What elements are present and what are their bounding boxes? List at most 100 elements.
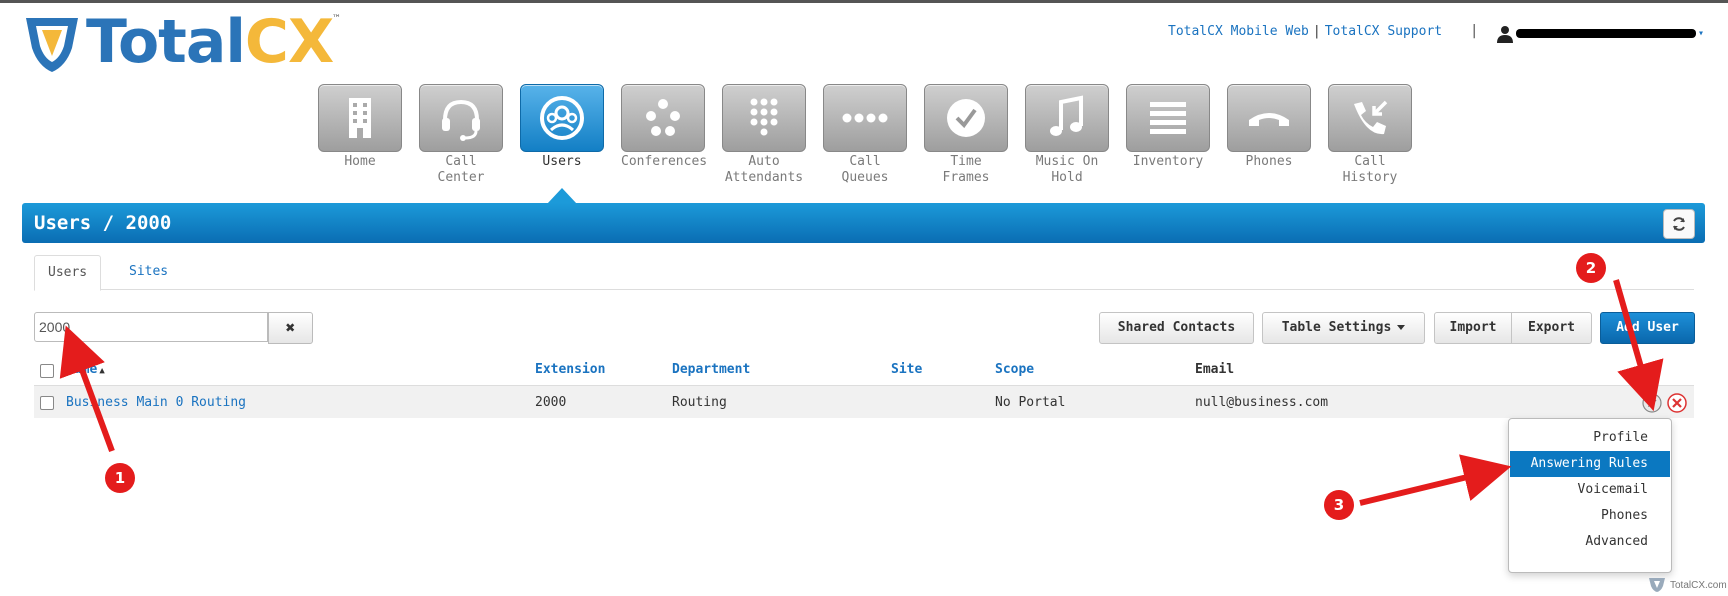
nav-auto-attendants-label: Auto Attendants (724, 154, 804, 185)
arrow-3 (1359, 454, 1512, 506)
user-name-link[interactable]: Business Main 0 Routing (66, 395, 246, 410)
music-icon (1050, 95, 1083, 136)
totalcx-logo[interactable]: TotalCX ™ (22, 7, 352, 77)
refresh-button[interactable] (1663, 209, 1695, 239)
user-actions-dropdown: Profile Answering Rules Voicemail Phones… (1508, 418, 1672, 573)
cell-department: Routing (672, 395, 727, 410)
keypad-icon (750, 98, 778, 136)
nav-call-history[interactable]: Call History (1328, 84, 1412, 186)
nav-auto-attendants[interactable]: Auto Attendants (722, 84, 806, 186)
select-all-checkbox[interactable] (40, 364, 54, 378)
column-header-scope[interactable]: Scope (995, 362, 1034, 377)
nav-call-queues-label: Call Queues (841, 154, 889, 185)
menu-item-answering-rules[interactable]: Answering Rules (1510, 451, 1670, 477)
sort-ascending-icon: ▲ (99, 366, 105, 376)
nav-time-frames-button[interactable] (924, 84, 1008, 152)
close-icon: ✖ (285, 318, 296, 337)
column-header-extension[interactable]: Extension (535, 362, 605, 377)
edit-icon[interactable] (1642, 393, 1662, 413)
table-settings-label: Table Settings (1281, 320, 1392, 335)
add-user-button[interactable]: Add User (1600, 312, 1695, 344)
export-button[interactable]: Export (1511, 312, 1592, 344)
logo-shield-icon (26, 18, 78, 72)
menu-item-voicemail[interactable]: Voicemail (1510, 477, 1670, 503)
user-menu-caret-icon[interactable]: ▾ (1698, 28, 1704, 39)
menu-item-phones[interactable]: Phones (1510, 503, 1670, 529)
menu-item-advanced[interactable]: Advanced (1510, 529, 1670, 555)
column-header-name[interactable]: Name ▲ (66, 362, 105, 377)
top-border (0, 0, 1728, 3)
nav-music-on-hold-button[interactable] (1025, 84, 1109, 152)
annotation-marker-2: 2 (1576, 253, 1606, 283)
footer-brand-text: TotalCX.com (1670, 580, 1727, 591)
clear-search-button[interactable]: ✖ (268, 312, 313, 344)
nav-conferences-button[interactable] (621, 84, 705, 152)
cell-extension: 2000 (535, 395, 567, 410)
cell-email: null@business.com (1195, 395, 1329, 410)
cell-scope: No Portal (995, 395, 1066, 410)
user-icon[interactable] (1496, 25, 1514, 43)
footer-logo-icon (1649, 578, 1665, 592)
tab-sites[interactable]: Sites (116, 255, 181, 289)
nav-music-on-hold-label: Music On Hold (1035, 154, 1099, 185)
nav-call-history-button[interactable] (1328, 84, 1412, 152)
nav-conferences[interactable]: Conferences (621, 84, 708, 170)
users-tabs: Users Sites (34, 255, 1694, 291)
nav-conferences-label: Conferences (621, 154, 708, 169)
mobile-web-link[interactable]: TotalCX Mobile Web (1168, 24, 1309, 39)
call-history-icon (1354, 100, 1388, 135)
user-name-redacted[interactable] (1516, 29, 1696, 38)
support-link[interactable]: TotalCX Support (1325, 24, 1442, 39)
conference-icon (646, 99, 680, 136)
nav-home[interactable]: Home (318, 84, 402, 170)
table-row (34, 385, 1694, 418)
nav-phones[interactable]: Phones (1227, 84, 1311, 170)
headset-icon (442, 99, 480, 141)
nav-time-frames[interactable]: Time Frames (924, 84, 1008, 186)
tab-users[interactable]: Users (34, 255, 102, 291)
nav-home-button[interactable] (318, 84, 402, 152)
nav-time-frames-label: Time Frames (942, 154, 990, 185)
nav-call-queues[interactable]: Call Queues (823, 84, 907, 186)
annotation-marker-1: 1 (105, 463, 135, 493)
nav-inventory-button[interactable] (1126, 84, 1210, 152)
shared-contacts-button[interactable]: Shared Contacts (1099, 312, 1254, 344)
building-icon (349, 98, 371, 138)
page-title: Users / 2000 (34, 212, 172, 234)
import-button[interactable]: Import (1434, 312, 1512, 344)
table-settings-button[interactable]: Table Settings (1262, 312, 1425, 344)
nav-phones-button[interactable] (1227, 84, 1311, 152)
nav-users-label: Users (542, 154, 582, 169)
refresh-icon (1673, 217, 1685, 231)
phone-icon (1249, 113, 1289, 126)
nav-users-button[interactable] (520, 84, 604, 152)
queue-icon (842, 113, 888, 123)
nav-call-center-button[interactable] (419, 84, 503, 152)
row-checkbox[interactable] (40, 396, 54, 410)
nav-call-center[interactable]: Call Center (419, 84, 503, 186)
page-title-bar: Users / 2000 (22, 203, 1705, 243)
active-nav-pointer (547, 188, 577, 204)
annotation-marker-3: 3 (1324, 490, 1354, 520)
nav-call-center-label: Call Center (437, 154, 485, 185)
logo-text-cx: CX (244, 7, 334, 77)
column-header-site[interactable]: Site (891, 362, 922, 377)
search-input[interactable]: 2000 (34, 312, 268, 342)
users-icon (540, 96, 584, 140)
column-header-department[interactable]: Department (672, 362, 750, 377)
logo-trademark: ™ (332, 14, 341, 24)
column-header-email: Email (1195, 362, 1235, 377)
nav-auto-attendants-button[interactable] (722, 84, 806, 152)
nav-inventory[interactable]: Inventory (1126, 84, 1210, 170)
nav-call-queues-button[interactable] (823, 84, 907, 152)
header-link-separator: | (1312, 24, 1321, 39)
menu-item-profile[interactable]: Profile (1510, 425, 1670, 451)
logo-text-total: Total (86, 7, 246, 77)
nav-home-label: Home (344, 154, 376, 169)
nav-users[interactable]: Users (520, 84, 604, 170)
nav-call-history-label: Call History (1342, 154, 1398, 185)
nav-phones-label: Phones (1245, 154, 1293, 169)
delete-icon[interactable] (1667, 393, 1687, 413)
nav-music-on-hold[interactable]: Music On Hold (1025, 84, 1109, 186)
list-icon (1150, 102, 1186, 134)
